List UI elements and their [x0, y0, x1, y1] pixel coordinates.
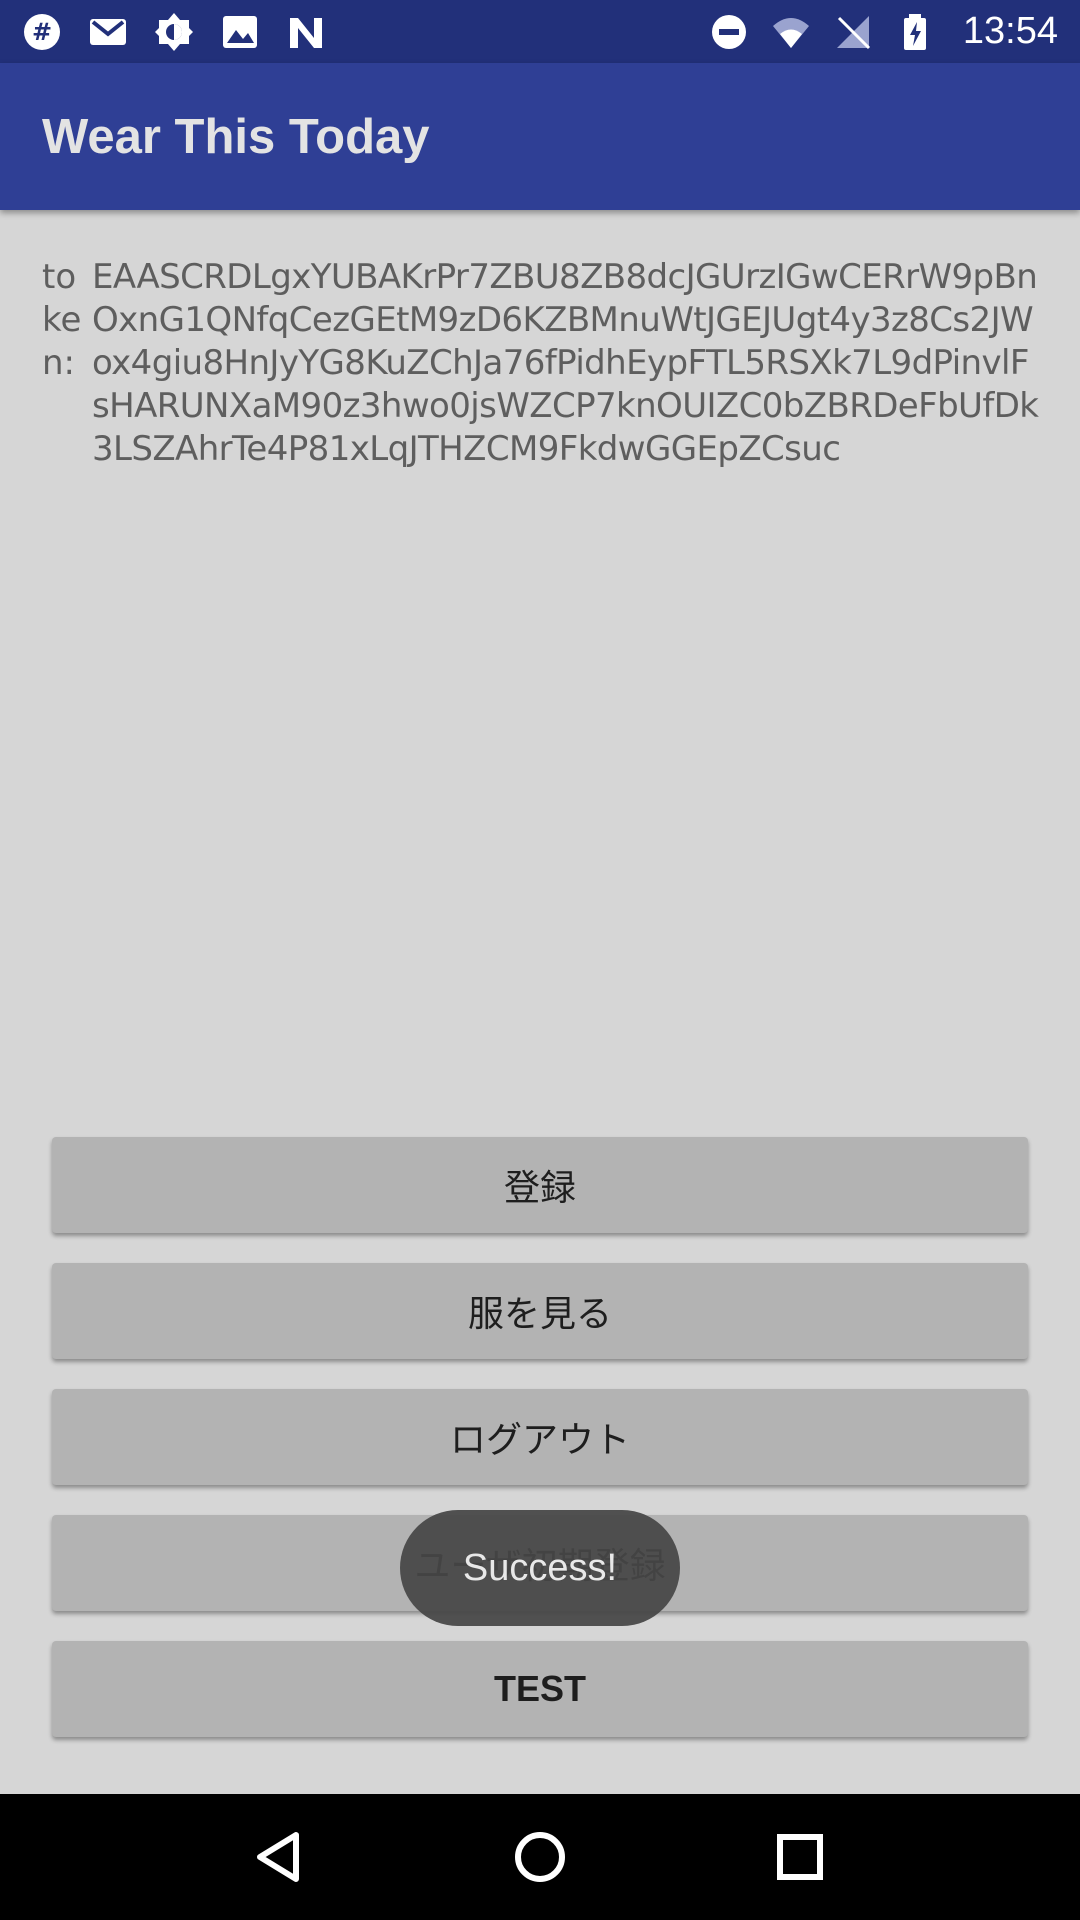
token-value: EAASCRDLgxYUBAKrPr7ZBU8ZB8dcJGUrzIGwCERr…	[92, 257, 1039, 469]
n-app-icon	[286, 12, 326, 52]
back-icon[interactable]	[245, 1822, 315, 1892]
status-clock: 13:54	[962, 10, 1058, 52]
token-display: token: EAASCRDLgxYUBAKrPr7ZBU8ZB8dcJGUrz…	[42, 256, 1042, 471]
token-label: token:	[42, 257, 82, 383]
wifi-icon	[771, 12, 811, 52]
register-button[interactable]: 登録	[52, 1137, 1028, 1233]
logout-button[interactable]: ログアウト	[52, 1389, 1028, 1485]
recents-icon[interactable]	[765, 1822, 835, 1892]
success-toast: Success!	[400, 1510, 680, 1626]
home-icon[interactable]	[505, 1822, 575, 1892]
no-sim-icon	[833, 12, 873, 52]
app-bar: Wear This Today	[0, 63, 1080, 210]
do-not-disturb-icon	[709, 12, 749, 52]
action-buttons: 登録 服を見る ログアウト ユーザ初期登録 TEST	[52, 1137, 1028, 1767]
slack-icon: #	[22, 12, 62, 52]
navigation-bar	[0, 1794, 1080, 1920]
brightness-icon	[154, 12, 194, 52]
view-clothes-button[interactable]: 服を見る	[52, 1263, 1028, 1359]
system-icons: 13:54	[709, 10, 1058, 53]
status-bar: # 13:54	[0, 0, 1080, 63]
image-icon	[220, 12, 260, 52]
app-title: Wear This Today	[42, 109, 430, 164]
battery-icon	[895, 12, 935, 52]
notification-icons: #	[22, 12, 709, 52]
gmail-icon	[88, 12, 128, 52]
test-button[interactable]: TEST	[52, 1641, 1028, 1737]
svg-text:#: #	[32, 18, 52, 46]
